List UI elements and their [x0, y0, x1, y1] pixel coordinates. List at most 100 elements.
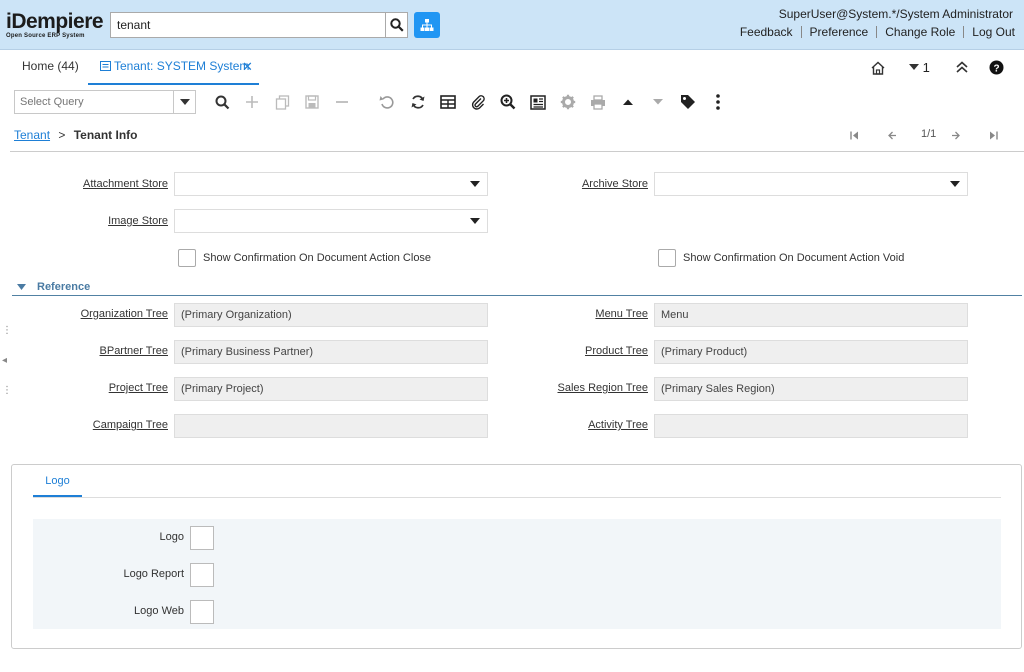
new-record-icon[interactable]	[243, 93, 261, 111]
logo-web-image-field[interactable]	[190, 600, 214, 624]
tag-icon[interactable]	[679, 93, 697, 111]
window-icon	[100, 61, 111, 71]
bpartner-tree-label[interactable]: BPartner Tree	[8, 345, 168, 357]
org-tree-field[interactable]: (Primary Organization)	[174, 303, 488, 327]
image-store-label[interactable]: Image Store	[8, 215, 168, 227]
confirm-close-label: Show Confirmation On Document Action Clo…	[203, 252, 432, 264]
attachment-store-dropdown[interactable]	[463, 173, 487, 195]
menu-tree-field[interactable]: Menu	[654, 303, 968, 327]
print-icon[interactable]	[589, 93, 607, 111]
campaign-tree-field[interactable]	[174, 414, 488, 438]
tab-tenant-label: Tenant: SYSTEM System	[114, 59, 250, 73]
logout-link[interactable]: Log Out	[964, 25, 1015, 39]
select-query	[14, 90, 196, 114]
attachment-store-field[interactable]	[174, 172, 488, 196]
attachment-store-label[interactable]: Attachment Store	[8, 178, 168, 190]
breadcrumb: Tenant > Tenant Info	[14, 128, 138, 142]
breadcrumb-divider	[10, 151, 1024, 152]
project-tree-label[interactable]: Project Tree	[8, 382, 168, 394]
header-links: Feedback Preference Change Role Log Out	[732, 25, 1015, 39]
close-tab-icon[interactable]: ✕	[242, 59, 253, 75]
search-button[interactable]	[385, 13, 407, 37]
app-logo[interactable]: iDempiere Open Source ERP System	[6, 11, 108, 39]
product-tree-label[interactable]: Product Tree	[488, 345, 648, 357]
image-store-dropdown[interactable]	[463, 210, 487, 232]
tab-tenant[interactable]: Tenant: SYSTEM System ✕	[88, 59, 259, 85]
feedback-link[interactable]: Feedback	[732, 25, 801, 39]
home-icon[interactable]	[870, 60, 886, 79]
breadcrumb-separator: >	[58, 128, 66, 142]
undo-icon[interactable]	[378, 93, 396, 111]
org-tree-label[interactable]: Organization Tree	[8, 308, 168, 320]
copy-record-icon[interactable]	[273, 93, 291, 111]
select-query-dropdown[interactable]	[173, 91, 195, 113]
archive-store-field[interactable]	[654, 172, 968, 196]
activity-tree-label[interactable]: Activity Tree	[488, 419, 648, 431]
archive-store-dropdown[interactable]	[943, 173, 967, 195]
product-tree-field[interactable]: (Primary Product)	[654, 340, 968, 364]
first-record-icon[interactable]	[850, 131, 859, 140]
bpartner-tree-field[interactable]: (Primary Business Partner)	[174, 340, 488, 364]
zoom-across-icon[interactable]	[499, 93, 517, 111]
find-icon[interactable]	[213, 93, 231, 111]
search-icon	[389, 18, 404, 32]
side-handle-top[interactable]: ⋮	[2, 325, 12, 336]
project-tree-field[interactable]: (Primary Project)	[174, 377, 488, 401]
tab-home[interactable]: Home (44)	[22, 59, 79, 85]
sales-region-tree-label[interactable]: Sales Region Tree	[488, 382, 649, 394]
logo-sub-text: Open Source ERP System	[6, 33, 85, 39]
campaign-tree-label[interactable]: Campaign Tree	[8, 419, 168, 431]
caret-down-icon	[470, 181, 480, 187]
archive-store-label[interactable]: Archive Store	[488, 178, 648, 190]
grid-toggle-icon[interactable]	[439, 93, 457, 111]
help-icon[interactable]: ?	[989, 60, 1004, 78]
sitemap-icon	[420, 19, 434, 31]
confirm-close-box[interactable]	[178, 249, 196, 267]
more-options-icon[interactable]	[709, 93, 727, 111]
report-icon[interactable]	[529, 93, 547, 111]
sitemap-button[interactable]	[414, 12, 440, 38]
app-header: iDempiere Open Source ERP System SuperUs…	[0, 0, 1024, 50]
collapse-left-icon[interactable]: ◂	[2, 355, 7, 366]
caret-down-icon	[909, 64, 919, 70]
logo-report-label: Logo Report	[123, 568, 184, 580]
confirm-void-box[interactable]	[658, 249, 676, 267]
next-page-icon[interactable]	[951, 131, 960, 140]
breadcrumb-current: Tenant Info	[73, 128, 138, 142]
delete-icon[interactable]	[333, 93, 351, 111]
logo-panel: Logo Logo Logo Report Logo Web	[11, 464, 1022, 649]
prev-page-icon[interactable]	[888, 131, 897, 140]
window-tabbar: Home (44) Tenant: SYSTEM System ✕ 1 ?	[0, 51, 1024, 85]
previous-record-icon[interactable]	[619, 93, 637, 111]
next-record-icon[interactable]	[649, 93, 667, 111]
confirm-close-checkbox[interactable]: Show Confirmation On Document Action Clo…	[178, 249, 431, 267]
reference-section-header[interactable]: Reference	[12, 281, 1022, 296]
attachment-icon[interactable]	[469, 93, 487, 111]
activity-tree-field[interactable]	[654, 414, 968, 438]
confirm-void-checkbox[interactable]: Show Confirmation On Document Action Voi…	[658, 249, 904, 267]
refresh-icon[interactable]	[409, 93, 427, 111]
logo-image-field[interactable]	[190, 526, 214, 550]
svg-text:?: ?	[993, 64, 999, 75]
window-count[interactable]: 1	[909, 60, 930, 75]
logo-main-text: iDempiere	[6, 10, 104, 33]
breadcrumb-parent[interactable]: Tenant	[14, 128, 50, 142]
save-icon[interactable]	[303, 93, 321, 111]
caret-down-icon	[950, 181, 960, 187]
tab-logo[interactable]: Logo	[33, 473, 82, 497]
window-count-value: 1	[922, 60, 930, 75]
select-query-input[interactable]	[15, 91, 173, 113]
last-record-icon[interactable]	[989, 131, 998, 140]
collapse-icon[interactable]	[955, 60, 969, 77]
menu-tree-label[interactable]: Menu Tree	[488, 308, 648, 320]
sales-region-tree-field[interactable]: (Primary Sales Region)	[654, 377, 968, 401]
section-collapse-icon[interactable]	[17, 284, 26, 290]
preference-link[interactable]: Preference	[802, 25, 877, 39]
image-store-field[interactable]	[174, 209, 488, 233]
reference-section-title: Reference	[37, 281, 91, 293]
global-search-input[interactable]	[111, 13, 383, 37]
change-role-link[interactable]: Change Role	[877, 25, 963, 39]
tab-logo-label: Logo	[45, 475, 70, 487]
process-gear-icon[interactable]	[559, 93, 577, 111]
logo-report-image-field[interactable]	[190, 563, 214, 587]
